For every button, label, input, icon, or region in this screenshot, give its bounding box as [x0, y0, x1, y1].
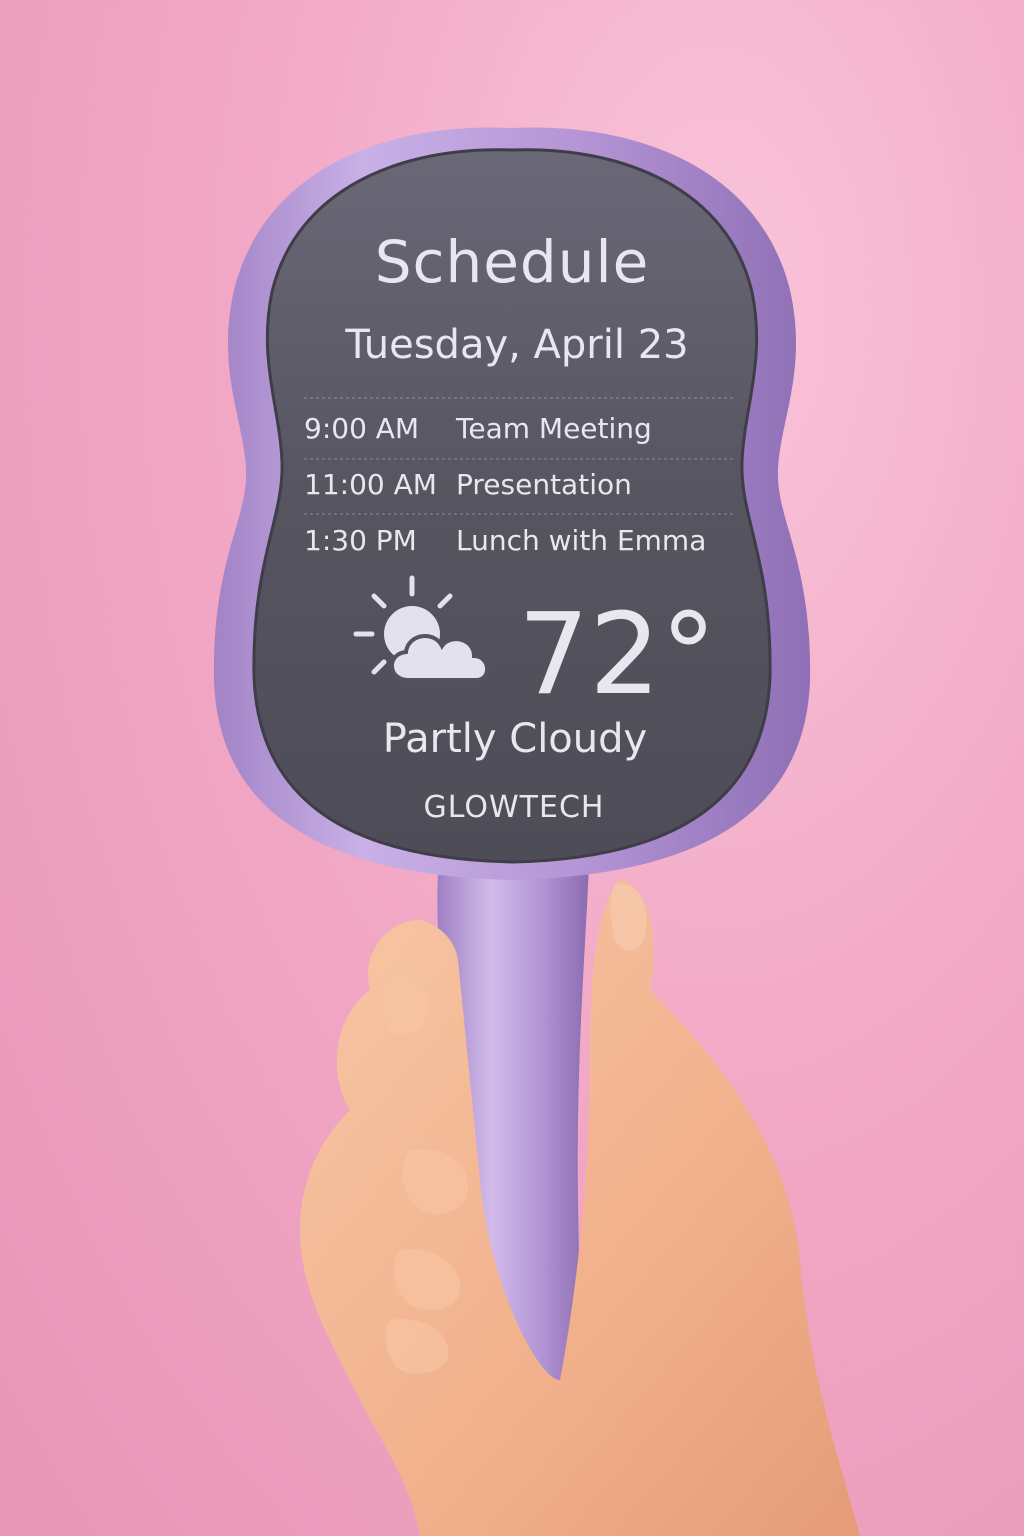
temperature: 72° — [518, 590, 717, 720]
schedule-title: Schedule — [374, 228, 650, 296]
partly-cloudy-icon — [353, 575, 489, 682]
event-time: 11:00 AM — [304, 468, 437, 501]
event-name: Team Meeting — [456, 412, 652, 445]
scene: Schedule Tuesday, April 23 9:00 AM Team … — [0, 0, 1024, 1536]
weather-condition: Partly Cloudy — [382, 716, 648, 762]
event-time: 1:30 PM — [304, 524, 417, 557]
event-name: Lunch with Emma — [456, 524, 707, 557]
event-name: Presentation — [456, 468, 632, 501]
brand-logo: GLOWTECH — [423, 790, 605, 825]
schedule-date: Tuesday, April 23 — [345, 322, 689, 368]
event-time: 9:00 AM — [304, 412, 420, 445]
